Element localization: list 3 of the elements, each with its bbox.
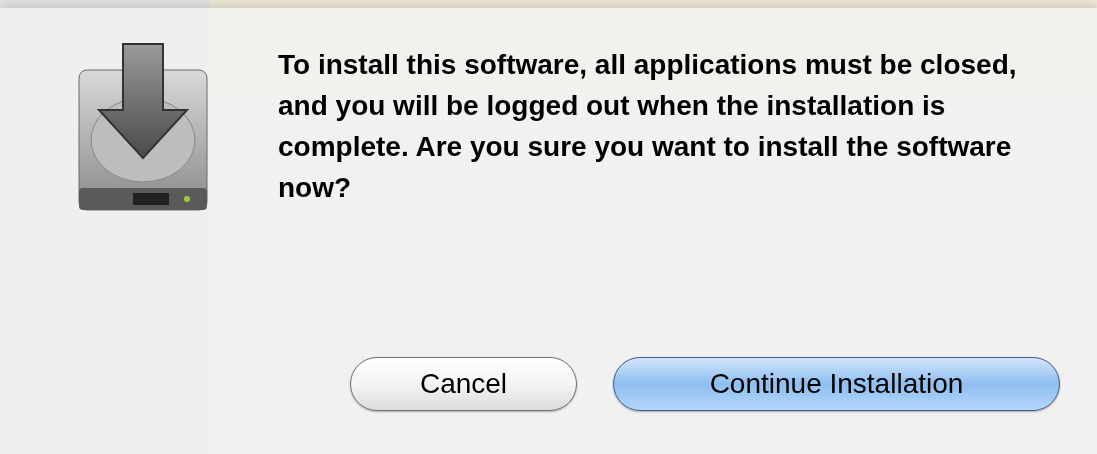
cancel-button[interactable]: Cancel <box>350 357 577 411</box>
continue-button[interactable]: Continue Installation <box>613 357 1060 411</box>
alert-message: To install this software, all applications must be closed, and you will be logged out when the installation is complete. Are you sure you want to install the software now? <box>278 48 1018 205</box>
